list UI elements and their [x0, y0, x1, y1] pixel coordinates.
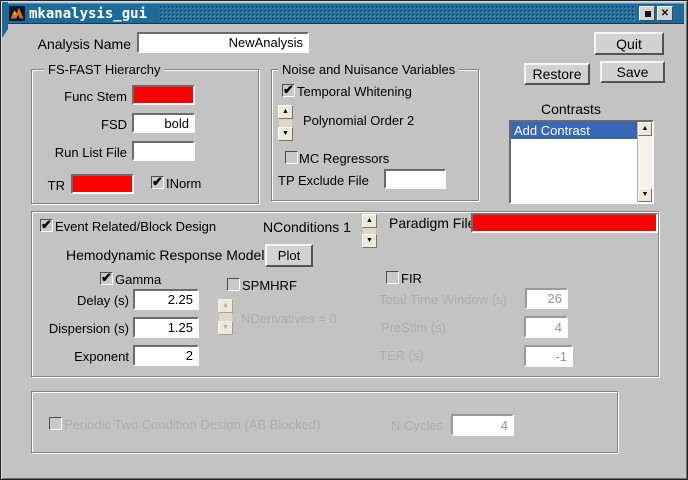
analysis-name-input[interactable] [137, 32, 309, 53]
contrasts-listbox[interactable]: Add Contrast ▲ ▼ [509, 120, 654, 204]
ter-label: TER (s) [379, 348, 424, 363]
dispersion-label: Dispersion (s) [37, 321, 129, 336]
ncycles-input[interactable] [451, 414, 514, 436]
tr-input[interactable] [71, 174, 134, 194]
fsfast-group-title: FS-FAST Hierarchy [44, 62, 164, 77]
close-icon: ✕ [661, 8, 669, 19]
gamma-label: Gamma [115, 272, 161, 287]
contrasts-scrollbar[interactable]: ▲ ▼ [637, 122, 652, 202]
paradigm-file-label: Paradigm File [389, 215, 475, 231]
fsd-label: FSD [37, 117, 127, 132]
prestim-label: PreStim (s) [381, 320, 446, 335]
nderivatives-spinner: ▲ ▼ [218, 299, 233, 335]
spinner-track [279, 119, 292, 127]
polynomial-order-spinner[interactable]: ▲ ▼ [278, 105, 293, 141]
spinner-up-icon[interactable]: ▲ [278, 105, 293, 119]
spmhrf-label: SPMHRF [242, 278, 297, 293]
mkanalysis-gui-window: mkanalysis_gui ✕ Analysis Name Quit Rest… [0, 0, 688, 480]
list-item[interactable]: Add Contrast [511, 122, 637, 139]
periodic-design-checkbox[interactable] [49, 417, 62, 430]
delay-input[interactable] [133, 289, 199, 310]
check-icon: ✔ [101, 270, 112, 286]
inorm-checkbox[interactable]: ✔ [151, 176, 164, 189]
nconditions-label: NConditions 1 [263, 219, 351, 235]
analysis-name-label: Analysis Name [26, 36, 131, 52]
spinner-down-icon: ▼ [218, 321, 233, 335]
event-related-label: Event Related/Block Design [55, 219, 216, 234]
plot-button[interactable]: Plot [265, 244, 313, 267]
delay-label: Delay (s) [49, 293, 129, 308]
prestim-input[interactable] [524, 316, 568, 338]
ncycles-label: N Cycles [391, 418, 443, 433]
exponent-input[interactable] [133, 345, 199, 366]
titlebar-texture [159, 5, 636, 22]
total-time-window-input[interactable] [525, 288, 568, 309]
maximize-icon [645, 11, 651, 17]
matlab-logo-icon [9, 6, 25, 21]
spinner-up-icon: ▲ [218, 299, 233, 313]
check-icon: ✔ [283, 82, 294, 98]
fir-label: FIR [401, 271, 422, 286]
mc-regressors-label: MC Regressors [299, 151, 389, 166]
window-resize-corner[interactable] [2, 2, 8, 38]
spinner-down-icon[interactable]: ▼ [278, 127, 293, 141]
inorm-label: INorm [166, 176, 201, 191]
total-time-window-label: Total Time Window (s) [379, 292, 507, 307]
gamma-checkbox[interactable]: ✔ [100, 272, 113, 285]
mc-regressors-checkbox[interactable] [285, 151, 298, 164]
quit-button[interactable]: Quit [594, 32, 664, 55]
tp-exclude-file-label: TP Exclude File [278, 173, 369, 188]
temporal-whitening-label: Temporal Whitening [297, 84, 412, 99]
close-button[interactable]: ✕ [657, 6, 673, 21]
fir-checkbox[interactable] [386, 271, 399, 284]
scroll-up-icon[interactable]: ▲ [638, 122, 652, 136]
spinner-down-icon[interactable]: ▼ [362, 234, 377, 248]
dispersion-input[interactable] [133, 317, 199, 338]
save-button[interactable]: Save [600, 61, 665, 83]
ter-input[interactable] [524, 345, 573, 367]
nconditions-spinner[interactable]: ▲ ▼ [362, 214, 377, 248]
tr-label: TR [39, 178, 65, 193]
func-stem-label: Func Stem [37, 89, 127, 104]
spmhrf-checkbox[interactable] [227, 278, 240, 291]
event-related-checkbox[interactable]: ✔ [40, 219, 53, 232]
fsd-input[interactable] [132, 113, 195, 133]
func-stem-input[interactable] [132, 85, 195, 105]
run-list-file-input[interactable] [132, 141, 195, 161]
paradigm-file-input[interactable] [471, 213, 658, 233]
polynomial-order-label: Polynomial Order 2 [303, 113, 414, 128]
spinner-track [219, 313, 232, 321]
hemodynamic-response-model-label: Hemodynamic Response Model [66, 247, 264, 263]
titlebar[interactable]: mkanalysis_gui ✕ [4, 3, 684, 24]
noise-group-title: Noise and Nuisance Variables [278, 62, 459, 77]
check-icon: ✔ [152, 174, 163, 190]
spinner-up-icon[interactable]: ▲ [362, 214, 377, 228]
exponent-label: Exponent [37, 349, 129, 364]
maximize-button[interactable] [639, 6, 655, 21]
contrasts-label: Contrasts [541, 101, 601, 117]
tp-exclude-file-input[interactable] [384, 169, 446, 189]
periodic-design-label: Periodic Two Condition Design (AB Blocke… [64, 417, 320, 432]
temporal-whitening-checkbox[interactable]: ✔ [282, 84, 295, 97]
nderivatives-label: NDerivatives = 0 [241, 311, 337, 326]
run-list-file-label: Run List File [31, 145, 127, 160]
scroll-down-icon[interactable]: ▼ [638, 188, 652, 202]
window-title: mkanalysis_gui [29, 6, 147, 22]
restore-button[interactable]: Restore [524, 63, 590, 85]
check-icon: ✔ [41, 217, 52, 233]
